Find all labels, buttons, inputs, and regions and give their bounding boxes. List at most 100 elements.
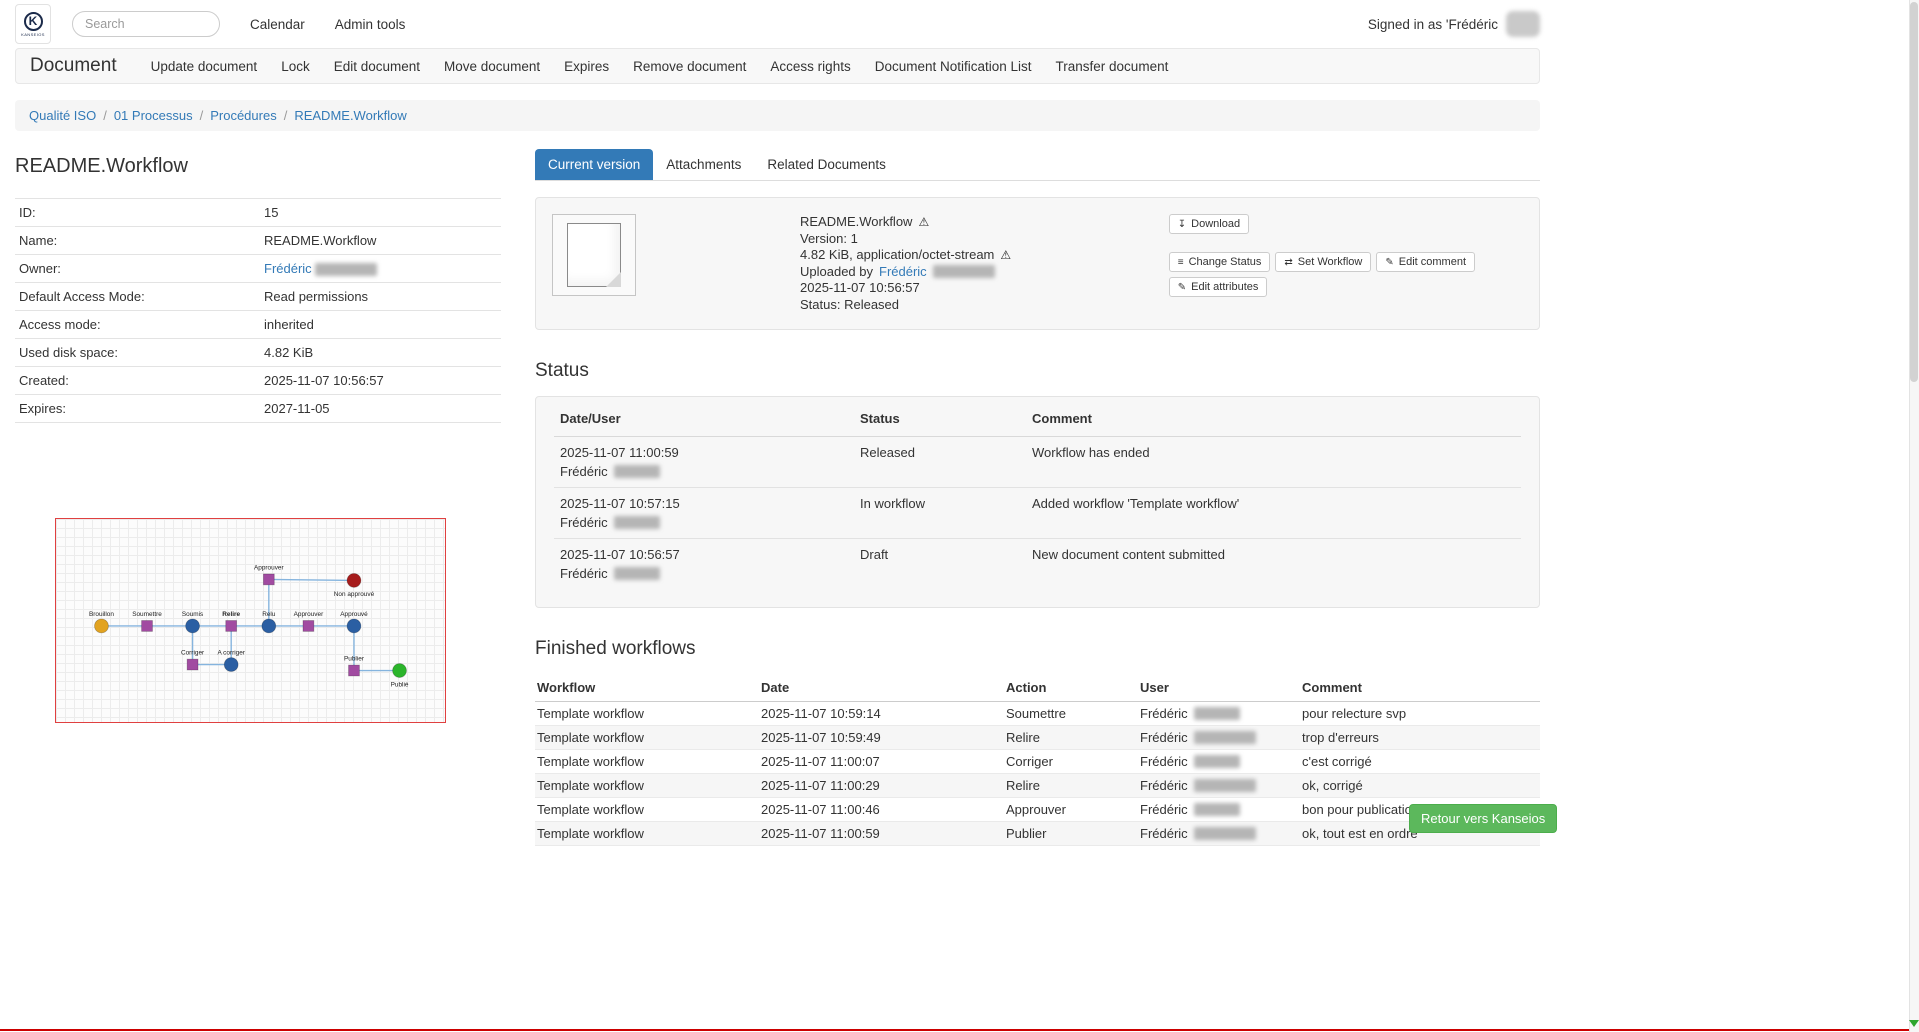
nav-link-calendar[interactable]: Calendar: [250, 17, 305, 32]
property-value: 4.82 KiB: [260, 339, 501, 367]
property-value: Read permissions: [260, 283, 501, 311]
file-icon: [567, 223, 621, 287]
document-thumbnail[interactable]: [552, 214, 636, 296]
edit-attributes-button[interactable]: ✎ Edit attributes: [1169, 277, 1268, 297]
svg-text:Non approuvé: Non approuvé: [334, 591, 375, 598]
workflow-row: Template workflow 2025-11-07 10:59:49 Re…: [535, 726, 1540, 750]
breadcrumb-separator: /: [103, 108, 107, 123]
wf-col-comment: Comment: [1300, 674, 1540, 702]
status-table: Date/User Status Comment 2025-11-07 11:0…: [554, 401, 1521, 589]
breadcrumb-link[interactable]: Procédures: [210, 108, 276, 123]
tab-related-documents[interactable]: Related Documents: [754, 149, 899, 180]
status-row: 2025-11-07 10:56:57 Frédéric Draft New d…: [554, 539, 1521, 590]
user-avatar[interactable]: [1506, 11, 1540, 37]
scrollbar-thumb[interactable]: [1910, 2, 1918, 382]
property-row: ID: 15: [15, 199, 501, 227]
workflow-row: Template workflow 2025-11-07 10:59:14 So…: [535, 702, 1540, 726]
status-section-heading: Status: [535, 360, 1540, 382]
property-row: Name: README.Workflow: [15, 227, 501, 255]
finished-workflows-table: Workflow Date Action User Comment Templa…: [535, 674, 1540, 846]
property-label: ID:: [15, 199, 260, 227]
property-value: README.Workflow: [260, 227, 501, 255]
redacted-surname: [614, 567, 660, 580]
wf-col-user: User: [1138, 674, 1300, 702]
uploaded-by-label: Uploaded by: [800, 264, 873, 281]
svg-text:Publier: Publier: [344, 656, 365, 663]
status-col-status: Status: [854, 401, 1026, 437]
svg-text:Relire: Relire: [222, 611, 240, 618]
tab-current-version[interactable]: Current version: [535, 149, 653, 180]
edit-comment-button[interactable]: ✎ Edit comment: [1376, 252, 1475, 272]
workflow-diagram-svg: BrouillonSoumettreSoumisRelireReluApprou…: [56, 519, 445, 722]
search-input[interactable]: [72, 11, 220, 37]
toolbar-item-expires[interactable]: Expires: [564, 59, 609, 74]
breadcrumb-separator: /: [200, 108, 204, 123]
toolbar-item-transfer-document[interactable]: Transfer document: [1056, 59, 1169, 74]
scroll-down-icon: [1909, 1020, 1919, 1027]
property-row: Created: 2025-11-07 10:56:57: [15, 367, 501, 395]
redacted-surname: [614, 516, 660, 529]
signed-in-text: Signed in as 'Frédéric: [1368, 17, 1498, 32]
property-value: 2027-11-05: [260, 395, 501, 423]
workflow-row: Template workflow 2025-11-07 11:00:07 Co…: [535, 750, 1540, 774]
scrollbar-track[interactable]: [1909, 0, 1919, 1032]
toolbar-item-lock[interactable]: Lock: [281, 59, 310, 74]
download-button[interactable]: ↧ Download: [1169, 214, 1249, 234]
wf-col-workflow: Workflow: [535, 674, 759, 702]
property-label: Owner:: [15, 255, 260, 283]
property-value: inherited: [260, 311, 501, 339]
download-icon: ↧: [1178, 219, 1186, 230]
edit-comment-icon: ✎: [1385, 257, 1393, 268]
uploader-link[interactable]: Frédéric: [879, 264, 927, 281]
property-label: Default Access Mode:: [15, 283, 260, 311]
svg-text:Approuver: Approuver: [294, 611, 324, 618]
breadcrumb-link[interactable]: 01 Processus: [114, 108, 193, 123]
breadcrumb-link[interactable]: README.Workflow: [294, 108, 406, 123]
warning-icon: ⚠: [1000, 247, 1011, 264]
tab-attachments[interactable]: Attachments: [653, 149, 754, 180]
back-to-kanseios-button[interactable]: Retour vers Kanseios: [1409, 804, 1557, 833]
status-col-date-user: Date/User: [554, 401, 854, 437]
breadcrumb-link[interactable]: Qualité ISO: [29, 108, 96, 123]
property-row: Default Access Mode: Read permissions: [15, 283, 501, 311]
status-comment: Workflow has ended: [1026, 437, 1521, 488]
toolbar-item-update-document[interactable]: Update document: [151, 59, 258, 74]
workflows-section-heading: Finished workflows: [535, 638, 1540, 660]
status-box: Date/User Status Comment 2025-11-07 11:0…: [535, 396, 1540, 608]
property-label: Expires:: [15, 395, 260, 423]
svg-text:Relu: Relu: [262, 611, 276, 618]
logo-k-icon: K: [24, 12, 43, 31]
bottom-red-divider: [0, 1029, 1919, 1031]
kanseios-logo[interactable]: K KANSEIOS: [15, 4, 51, 44]
workflow-row: Template workflow 2025-11-07 11:00:29 Re…: [535, 774, 1540, 798]
property-row: Expires: 2027-11-05: [15, 395, 501, 423]
toolbar-item-edit-document[interactable]: Edit document: [334, 59, 420, 74]
property-value: Frédéric: [260, 255, 501, 283]
toolbar-item-move-document[interactable]: Move document: [444, 59, 540, 74]
redacted-surname: [1194, 779, 1256, 792]
version-number: Version: 1: [800, 231, 1011, 248]
warning-icon: ⚠: [918, 214, 929, 231]
change-status-icon: ≡: [1178, 257, 1184, 268]
signed-in-status: Signed in as 'Frédéric: [1368, 11, 1540, 37]
change-status-button[interactable]: ≡ Change Status: [1169, 252, 1271, 272]
set-workflow-button[interactable]: ⇄ Set Workflow: [1275, 252, 1371, 272]
nav-link-admin-tools[interactable]: Admin tools: [335, 17, 406, 32]
svg-text:Brouillon: Brouillon: [89, 611, 114, 618]
document-toolbar: Document Update document Lock Edit docum…: [15, 48, 1540, 84]
toolbar-item-access-rights[interactable]: Access rights: [770, 59, 850, 74]
owner-link[interactable]: Frédéric: [264, 261, 312, 276]
toolbar-item-remove-document[interactable]: Remove document: [633, 59, 746, 74]
toolbar-item-notification-list[interactable]: Document Notification List: [875, 59, 1032, 74]
wf-col-date: Date: [759, 674, 1004, 702]
breadcrumb: Qualité ISO/01 Processus/Procédures/READ…: [15, 100, 1540, 131]
version-document-name: README.Workflow: [800, 214, 912, 231]
version-action-row: ≡ Change Status ⇄ Set Workflow ✎ Edit co…: [1169, 252, 1475, 272]
redacted-surname: [1194, 827, 1256, 840]
status-date-user: 2025-11-07 10:56:57 Frédéric: [554, 539, 854, 590]
status-value: In workflow: [854, 488, 1026, 539]
redacted-surname: [614, 465, 660, 478]
status-value: Released: [854, 437, 1026, 488]
status-date-user: 2025-11-07 11:00:59 Frédéric: [554, 437, 854, 488]
property-label: Name:: [15, 227, 260, 255]
